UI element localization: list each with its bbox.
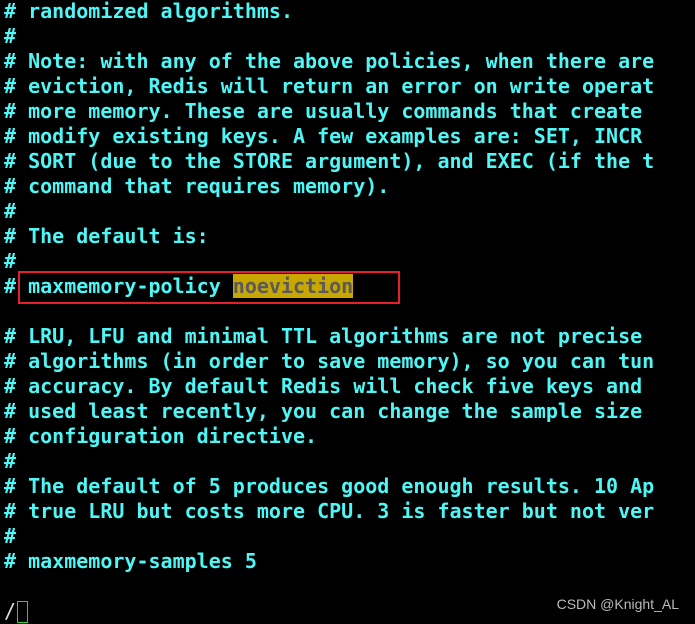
text-line: # modify existing keys. A few examples a… bbox=[4, 124, 643, 148]
annotation-box bbox=[18, 271, 400, 304]
text-line: # accuracy. By default Redis will check … bbox=[4, 374, 643, 398]
text-line: # The default of 5 produces good enough … bbox=[4, 474, 655, 498]
cursor bbox=[17, 601, 29, 623]
text-line: # algorithms (in order to save memory), … bbox=[4, 349, 655, 373]
text-line: # more memory. These are usually command… bbox=[4, 99, 643, 123]
command-line[interactable]: / bbox=[4, 599, 29, 624]
text-line: # used least recently, you can change th… bbox=[4, 399, 643, 423]
text-line: # configuration directive. bbox=[4, 424, 318, 448]
text-line: # bbox=[4, 24, 17, 48]
text-line: # SORT (due to the STORE argument), and … bbox=[4, 149, 655, 173]
text-line: # bbox=[4, 199, 17, 223]
text-line: # LRU, LFU and minimal TTL algorithms ar… bbox=[4, 324, 643, 348]
text-line: # bbox=[4, 449, 17, 473]
text-line: # bbox=[4, 524, 17, 548]
search-prompt: / bbox=[4, 599, 17, 623]
text-line: # Note: with any of the above policies, … bbox=[4, 49, 655, 73]
text-line: # true LRU but costs more CPU. 3 is fast… bbox=[4, 499, 655, 523]
watermark: CSDN @Knight_AL bbox=[556, 596, 679, 612]
text-line: # eviction, Redis will return an error o… bbox=[4, 74, 655, 98]
text-line: # randomized algorithms. bbox=[4, 0, 293, 23]
text-line: # maxmemory-samples 5 bbox=[4, 549, 257, 573]
text-line: # command that requires memory). bbox=[4, 174, 390, 198]
text-line: # The default is: bbox=[4, 224, 209, 248]
